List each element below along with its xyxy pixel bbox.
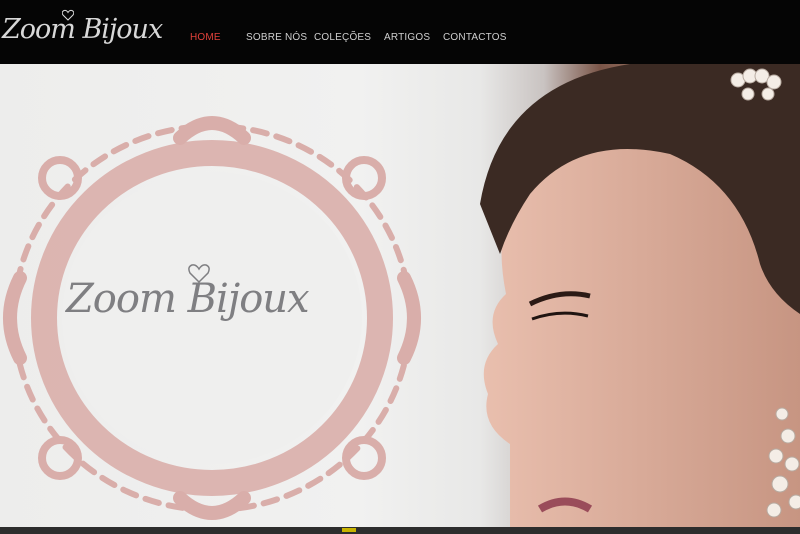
slider-indicator[interactable] [342,528,356,532]
nav-colecoes[interactable]: COLEÇÕES [314,32,371,43]
model-portrait-image [480,64,800,527]
footer-strip [0,527,800,534]
nav-sobre-nos[interactable]: SOBRE NÓS [246,32,307,43]
hero-logo-heart-icon [188,264,210,284]
site-logo[interactable]: Zoom Bijoux [2,14,163,45]
nav-home[interactable]: HOME [190,32,221,43]
nav-artigos[interactable]: ARTIGOS [384,32,430,43]
logo-heart-icon [62,9,74,21]
nav-contactos[interactable]: CONTACTOS [443,32,507,43]
site-header: Zoom Bijoux HOME SOBRE NÓS COLEÇÕES ARTI… [0,0,800,64]
